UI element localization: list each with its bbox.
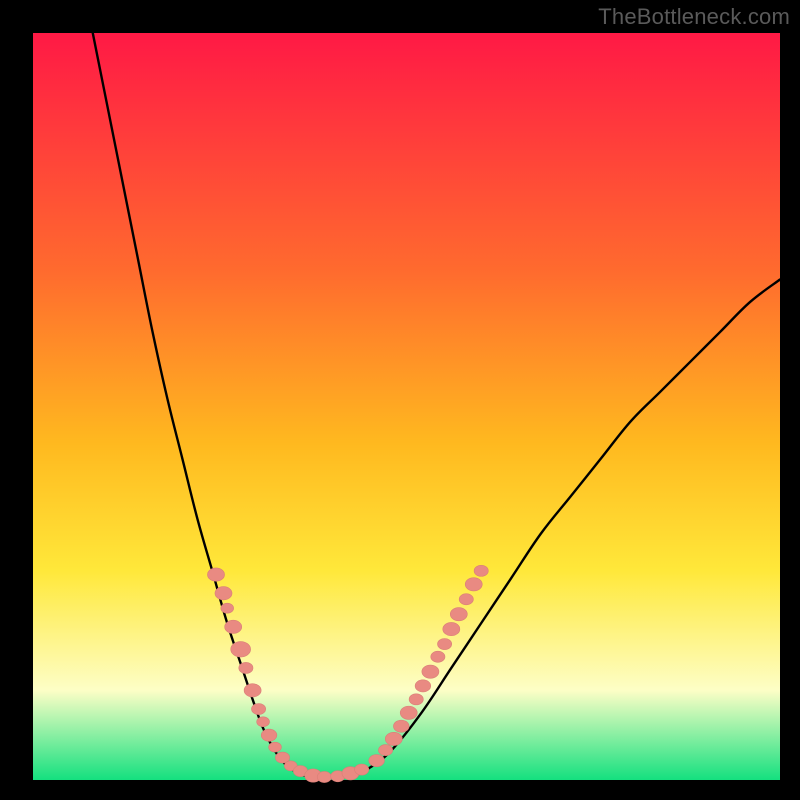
marker-dot	[251, 703, 265, 714]
marker-dot	[355, 764, 369, 775]
marker-dot	[317, 771, 331, 782]
marker-dot	[465, 578, 482, 591]
chart-svg	[0, 0, 800, 800]
marker-dot	[257, 717, 270, 727]
marker-dot	[221, 603, 234, 613]
marker-dot	[438, 639, 452, 650]
marker-dot	[269, 742, 282, 752]
marker-dot	[378, 745, 392, 756]
marker-dot	[215, 587, 232, 600]
marker-dot	[459, 594, 473, 605]
marker-dot	[431, 651, 445, 662]
marker-dot	[239, 662, 253, 673]
marker-dot	[261, 729, 277, 741]
plot-background	[33, 33, 780, 780]
marker-dot	[474, 565, 488, 576]
marker-dot	[385, 732, 402, 745]
marker-dot	[244, 684, 261, 697]
marker-dot	[225, 620, 242, 633]
marker-dot	[400, 706, 417, 719]
marker-dot	[422, 665, 439, 678]
marker-dot	[443, 622, 460, 635]
marker-dot	[393, 720, 409, 732]
watermark-text: TheBottleneck.com	[598, 4, 790, 30]
marker-dot	[207, 568, 224, 581]
marker-dot	[409, 694, 423, 705]
marker-dot	[369, 754, 385, 766]
chart-stage: TheBottleneck.com	[0, 0, 800, 800]
marker-dot	[415, 680, 431, 692]
marker-dot	[450, 608, 467, 621]
marker-dot	[231, 642, 251, 658]
